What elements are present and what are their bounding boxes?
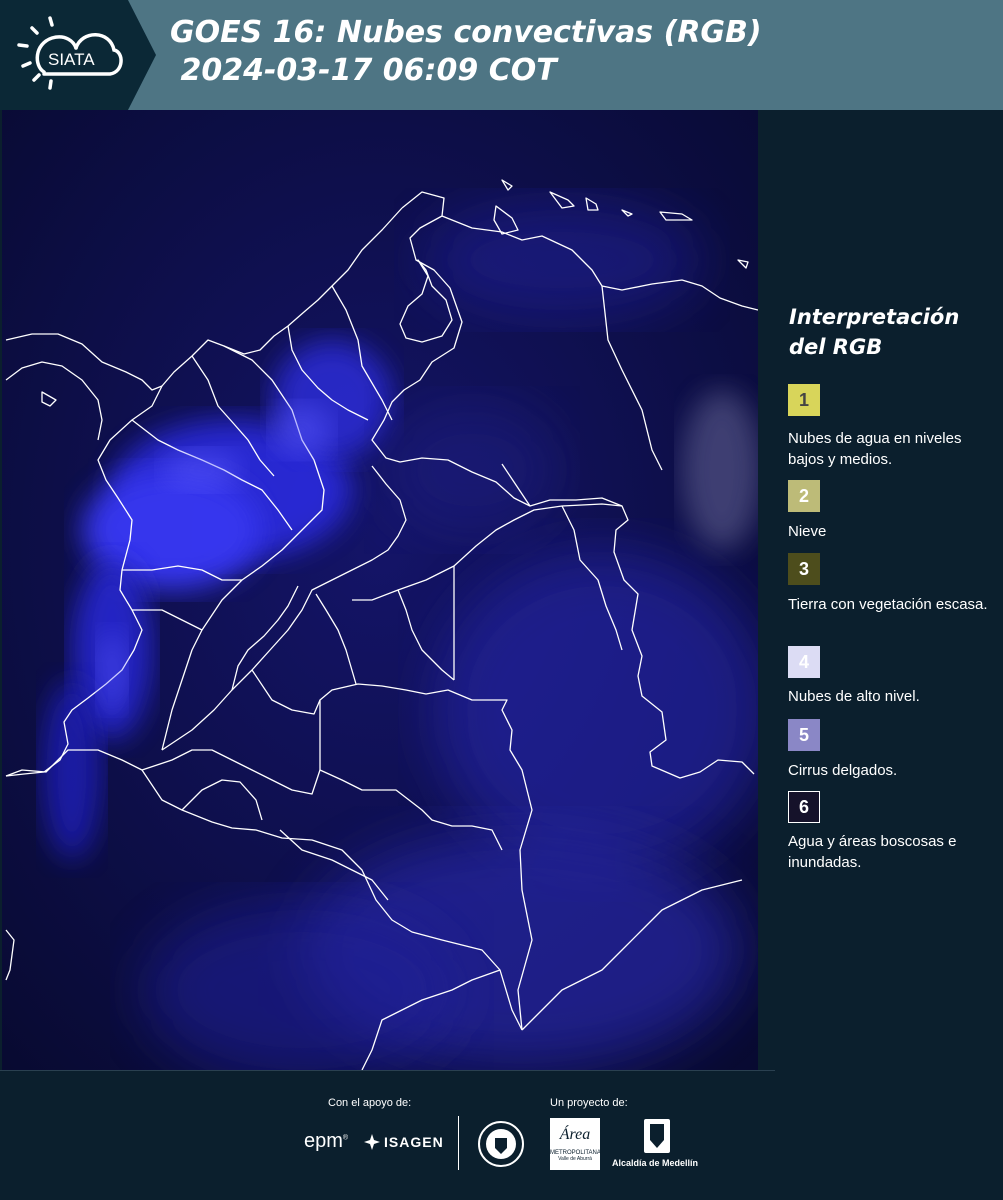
satellite-map[interactable] xyxy=(2,110,758,1070)
legend-swatch-3: 3 xyxy=(788,553,820,585)
page-title: GOES 16: Nubes convectivas (RGB) 2024-03… xyxy=(170,14,762,90)
alcaldia-label[interactable]: Alcaldía de Medellín xyxy=(612,1158,698,1168)
legend-title: Interpretación del RGB xyxy=(789,305,960,359)
title-line-1: GOES 16: Nubes convectivas (RGB) xyxy=(170,15,762,50)
footer-divider xyxy=(0,1070,775,1071)
medellin-seal-icon[interactable] xyxy=(477,1120,525,1168)
siata-logo: SIATA xyxy=(17,16,123,90)
legend-panel: Interpretación del RGB 1 Nubes de agua e… xyxy=(760,110,1003,1070)
legend-swatch-4: 4 xyxy=(788,646,820,678)
legend-label-4: Nubes de alto nivel. xyxy=(788,688,920,705)
legend-swatch-1: 1 xyxy=(788,384,820,416)
legend-number-1: 1 xyxy=(798,389,809,410)
legend-number-5: 5 xyxy=(798,724,809,745)
legend-swatch-2: 2 xyxy=(788,480,820,512)
isagen-symbol-icon xyxy=(364,1134,380,1150)
map-graphic xyxy=(2,110,758,1070)
legend-label-6: Agua y áreas boscosas e inundadas. xyxy=(788,833,957,871)
area-metropolitana-logo[interactable]: Área METROPOLITANA Valle de Aburrá xyxy=(550,1118,601,1170)
legend-label-3: Tierra con vegetación escasa. xyxy=(788,596,988,613)
legend-label-1: Nubes de agua en niveles bajos y medios. xyxy=(788,430,962,468)
title-line-2: 2024-03-17 06:09 COT xyxy=(170,53,557,88)
isagen-logo-text: ISAGEN xyxy=(384,1134,444,1150)
legend-label-5: Cirrus delgados. xyxy=(788,762,898,779)
header: SIATA GOES 16: Nubes convectivas (RGB) 2… xyxy=(0,0,1003,110)
legend-number-6: 6 xyxy=(798,796,809,817)
legend-swatch-6: 6 xyxy=(788,791,820,823)
epm-logo[interactable]: epm® xyxy=(304,1130,348,1153)
legend-number-3: 3 xyxy=(798,558,809,579)
legend-number-4: 4 xyxy=(798,651,809,672)
siata-logo-text: SIATA xyxy=(48,50,95,69)
area-logo-line2: Valle de Aburrá xyxy=(558,1156,592,1162)
epm-logo-text: epm xyxy=(304,1130,343,1152)
support-label: Con el apoyo de: xyxy=(328,1097,412,1109)
footer: Con el apoyo de: Un proyecto de: epm® IS… xyxy=(0,1070,1003,1200)
project-label: Un proyecto de: xyxy=(550,1097,628,1109)
alcaldia-shield-icon xyxy=(644,1119,670,1153)
legend-number-2: 2 xyxy=(798,485,809,506)
footer-separator xyxy=(458,1116,459,1170)
legend-label-2: Nieve xyxy=(788,523,827,540)
isagen-logo[interactable]: ISAGEN xyxy=(362,1132,444,1152)
legend-swatch-5: 5 xyxy=(788,719,820,751)
area-logo-title: Área xyxy=(559,1126,591,1143)
